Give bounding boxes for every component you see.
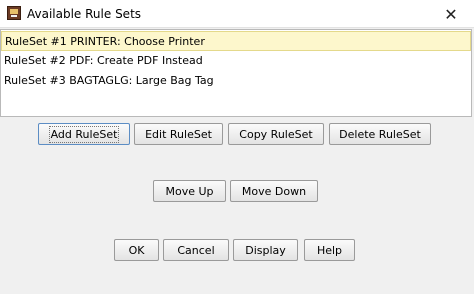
add-ruleset-label: Add RuleSet bbox=[48, 125, 120, 143]
display-button[interactable]: Display bbox=[233, 239, 298, 261]
help-label: Help bbox=[316, 243, 343, 257]
edit-ruleset-label: Edit RuleSet bbox=[145, 127, 212, 141]
move-down-button[interactable]: Move Down bbox=[230, 180, 318, 202]
move-down-label: Move Down bbox=[241, 184, 307, 198]
add-ruleset-button[interactable]: Add RuleSet bbox=[38, 123, 130, 145]
move-up-button[interactable]: Move Up bbox=[153, 180, 226, 202]
delete-ruleset-button[interactable]: Delete RuleSet bbox=[329, 123, 431, 145]
copy-ruleset-button[interactable]: Copy RuleSet bbox=[228, 123, 324, 145]
rule-set-list[interactable]: RuleSet #1 PRINTER: Choose Printer RuleS… bbox=[0, 29, 472, 117]
display-label: Display bbox=[245, 243, 286, 257]
move-up-label: Move Up bbox=[165, 184, 214, 198]
app-logo-icon bbox=[7, 6, 21, 20]
ok-button[interactable]: OK bbox=[114, 239, 159, 261]
cancel-button[interactable]: Cancel bbox=[163, 239, 229, 261]
ok-label: OK bbox=[128, 243, 145, 257]
window-title: Available Rule Sets bbox=[27, 7, 142, 21]
title-bar: Available Rule Sets ✕ bbox=[0, 0, 474, 28]
help-button[interactable]: Help bbox=[304, 239, 355, 261]
list-item[interactable]: RuleSet #1 PRINTER: Choose Printer bbox=[1, 31, 471, 51]
delete-ruleset-label: Delete RuleSet bbox=[339, 127, 421, 141]
close-icon[interactable]: ✕ bbox=[428, 0, 474, 28]
list-item[interactable]: RuleSet #3 BAGTAGLG: Large Bag Tag bbox=[1, 71, 471, 91]
edit-ruleset-button[interactable]: Edit RuleSet bbox=[134, 123, 223, 145]
copy-ruleset-label: Copy RuleSet bbox=[239, 127, 313, 141]
cancel-label: Cancel bbox=[177, 243, 215, 257]
list-item[interactable]: RuleSet #2 PDF: Create PDF Instead bbox=[1, 51, 471, 71]
